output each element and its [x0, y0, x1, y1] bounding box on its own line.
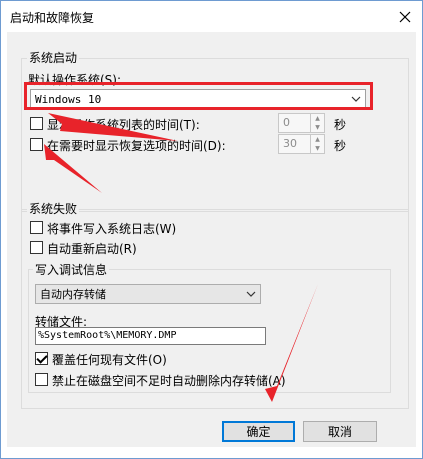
- dump-file-input[interactable]: %SystemRoot%\MEMORY.DMP: [35, 327, 266, 345]
- show-os-list-label: 显示操作系统列表的时间(T):: [47, 118, 200, 132]
- startup-recovery-dialog: 启动和故障恢复 系统启动 默认操作系统(S): Windows 10 显示操作系…: [0, 0, 423, 459]
- show-recovery-label: 在需要时显示恢复选项的时间(D):: [47, 139, 226, 153]
- spin-up-icon[interactable]: ▲: [311, 135, 324, 144]
- system-startup-title: 系统启动: [27, 49, 80, 66]
- debug-info-title: 写入调试信息: [33, 261, 110, 278]
- window-title: 启动和故障恢复: [10, 11, 95, 25]
- close-icon: [399, 11, 411, 22]
- default-os-dropdown[interactable]: Windows 10: [30, 89, 366, 109]
- ok-button[interactable]: 确定: [222, 421, 295, 442]
- chevron-down-icon: [242, 285, 260, 303]
- show-os-list-spinner[interactable]: 0 ▲ ▼: [278, 113, 325, 133]
- spin-down-icon[interactable]: ▼: [311, 123, 324, 132]
- seconds-unit-1: 秒: [334, 118, 347, 132]
- write-event-label: 将事件写入系统日志(W): [47, 222, 177, 236]
- overwrite-label: 覆盖任何现有文件(O): [52, 353, 167, 367]
- show-recovery-value: 30: [283, 137, 297, 150]
- cancel-button[interactable]: 取消: [303, 421, 377, 442]
- seconds-unit-2: 秒: [334, 139, 347, 153]
- dialog-content: 系统启动 默认操作系统(S): Windows 10 显示操作系统列表的时间(T…: [7, 32, 416, 447]
- show-os-list-value: 0: [283, 116, 290, 129]
- disable-auto-delete-checkbox[interactable]: [35, 373, 48, 386]
- show-recovery-spinner[interactable]: 30 ▲ ▼: [278, 134, 325, 154]
- close-button[interactable]: [388, 1, 422, 32]
- show-recovery-checkbox[interactable]: [30, 138, 43, 151]
- disable-auto-delete-label: 禁止在磁盘空间不足时自动删除内存转储(A): [52, 374, 286, 388]
- title-bar: 启动和故障恢复: [1, 1, 422, 32]
- overwrite-checkbox[interactable]: [35, 352, 48, 365]
- system-failure-title: 系统失败: [27, 200, 80, 217]
- spin-down-icon[interactable]: ▼: [311, 144, 324, 153]
- dump-type-dropdown[interactable]: 自动内存转储: [35, 284, 261, 304]
- write-event-checkbox[interactable]: [30, 221, 43, 234]
- auto-restart-checkbox[interactable]: [30, 241, 43, 254]
- spin-up-icon[interactable]: ▲: [311, 114, 324, 123]
- dump-type-value: 自动内存转储: [40, 288, 106, 301]
- default-os-label: 默认操作系统(S):: [28, 73, 122, 87]
- auto-restart-label: 自动重新启动(R): [47, 242, 137, 256]
- show-os-list-checkbox[interactable]: [30, 117, 43, 130]
- chevron-down-icon: [347, 90, 365, 108]
- default-os-value: Windows 10: [35, 92, 102, 106]
